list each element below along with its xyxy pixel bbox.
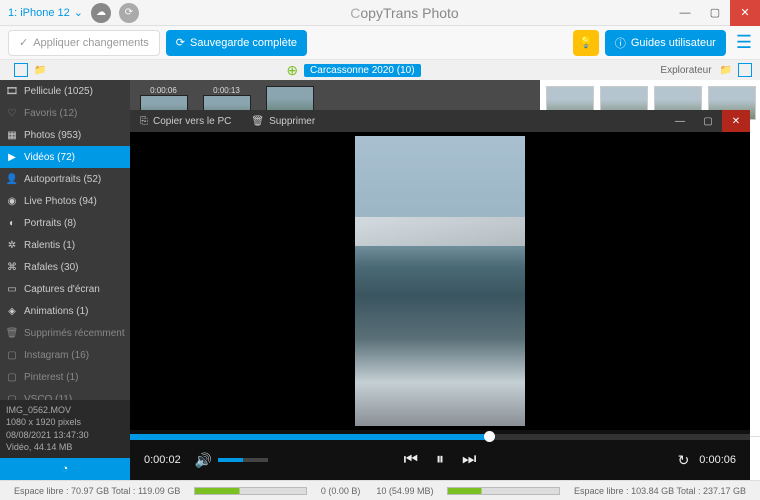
- refresh-icon[interactable]: ⟳: [119, 3, 139, 23]
- album-badge[interactable]: Carcassonne 2020 (10): [304, 64, 421, 77]
- tips-button[interactable]: 💡: [573, 30, 599, 56]
- minimize-button[interactable]: —: [670, 0, 700, 26]
- sidebar-item[interactable]: ▢ Pinterest (1): [0, 366, 130, 388]
- slowmo-icon: ✲: [6, 239, 18, 251]
- sidebar-item-label: Photos (953): [24, 130, 81, 141]
- sidebar-item[interactable]: 🎞 Pellicule (1025): [0, 80, 130, 102]
- refresh-icon: ⟳: [176, 36, 185, 49]
- current-time: 0:00:02: [144, 454, 181, 466]
- file-meta: IMG_0562.MOV 1080 x 1920 pixels 08/08/20…: [0, 400, 130, 458]
- sidebar-item[interactable]: ▦ Photos (953): [0, 124, 130, 146]
- sidebar-item-label: Autoportraits (52): [24, 174, 101, 185]
- app-icon: ▢: [6, 349, 18, 361]
- sidebar-item[interactable]: ◐ Portraits (8): [0, 212, 130, 234]
- storage-bar-right: [447, 487, 560, 495]
- screen-icon: ▭: [6, 283, 18, 295]
- video-icon: ▶: [6, 151, 18, 163]
- sidebar-item[interactable]: ▭ Captures d'écran: [0, 278, 130, 300]
- app-title: CopyTrans Photo: [139, 5, 670, 21]
- video-player: ⎘Copier vers le PC 🗑Supprimer — ▢ ✕ 0:00…: [130, 110, 750, 480]
- sidebar-item-label: Favoris (12): [24, 108, 77, 119]
- volume-icon[interactable]: 🔊: [195, 452, 212, 469]
- folder-icon[interactable]: 📁: [34, 65, 46, 76]
- sidebar-item-label: Ralentis (1): [24, 240, 75, 251]
- film-icon: 🎞: [6, 85, 18, 97]
- folder-icon[interactable]: 📁: [720, 65, 732, 76]
- player-maximize-button[interactable]: ▢: [694, 110, 722, 132]
- sidebar-item-label: Live Photos (94): [24, 196, 97, 207]
- sidebar-item[interactable]: 👤 Autoportraits (52): [0, 168, 130, 190]
- sidebar-item[interactable]: ◉ Live Photos (94): [0, 190, 130, 212]
- sidebar-item[interactable]: ▢ Instagram (16): [0, 344, 130, 366]
- player-close-button[interactable]: ✕: [722, 110, 750, 132]
- device-selector[interactable]: 1: iPhone 12: [8, 7, 70, 19]
- sidebar-item-label: Captures d'écran: [24, 284, 100, 295]
- app-icon: ▢: [6, 393, 18, 400]
- full-backup-button[interactable]: ⟳Sauvegarde complète: [166, 30, 307, 56]
- app-icon: ▢: [6, 371, 18, 383]
- volume-slider[interactable]: [218, 458, 268, 462]
- title-bar: 1: iPhone 12 ⌄ ☁ ⟳ CopyTrans Photo — ▢ ✕: [0, 0, 760, 26]
- video-viewport[interactable]: [130, 132, 750, 430]
- sidebar-item[interactable]: ▢VSCO (11): [0, 388, 130, 400]
- sidebar-item-label: Pellicule (1025): [24, 86, 93, 97]
- pause-button[interactable]: ⏸: [436, 451, 444, 469]
- sidebar-item[interactable]: ✲ Ralentis (1): [0, 234, 130, 256]
- player-minimize-button[interactable]: —: [666, 110, 694, 132]
- trash-icon: 🗑: [251, 116, 264, 127]
- user-icon: 👤: [6, 173, 18, 185]
- sidebar-action-button[interactable]: ◔: [0, 458, 130, 480]
- sidebar-item[interactable]: ♡ Favoris (12): [0, 102, 130, 124]
- sidebar-item[interactable]: ⌘ Rafales (30): [0, 256, 130, 278]
- apply-changes-button[interactable]: ✓Appliquer changements: [8, 30, 160, 56]
- cloud-icon[interactable]: ☁: [91, 3, 111, 23]
- storage-bar-left: [194, 487, 307, 495]
- portrait-icon: ◐: [6, 217, 18, 229]
- sidebar-item-label: Rafales (30): [24, 262, 78, 273]
- delete-button[interactable]: 🗑Supprimer: [241, 110, 325, 132]
- sidebar-item-label: Supprimés récemment: [24, 328, 125, 339]
- sidebar-item-label: Pinterest (1): [24, 372, 78, 383]
- anim-icon: ◈: [6, 305, 18, 317]
- trash-icon: 🗑: [6, 327, 18, 339]
- sidebar-item[interactable]: ◈ Animations (1): [0, 300, 130, 322]
- total-time: 0:00:06: [699, 454, 736, 466]
- live-icon: ◉: [6, 195, 18, 207]
- sidebar-item[interactable]: 🗑 Supprimés récemment: [0, 322, 130, 344]
- sidebar-item[interactable]: ▶ Vidéos (72): [0, 146, 130, 168]
- sidebar-item-label: Instagram (16): [24, 350, 89, 361]
- check-icon: ✓: [19, 36, 28, 49]
- collapse-left-icon[interactable]: [14, 63, 28, 77]
- sidebar: 🎞 Pellicule (1025) ♡ Favoris (12) ▦ Photos (9…: [0, 80, 130, 480]
- rewind-button[interactable]: ⏮: [404, 451, 418, 469]
- copy-icon: ⎘: [140, 116, 148, 127]
- add-icon[interactable]: ⊕: [286, 62, 298, 79]
- info-icon: ⓘ: [615, 35, 626, 51]
- explorer-label: Explorateur: [660, 65, 711, 76]
- player-toolbar: ⎘Copier vers le PC 🗑Supprimer — ▢ ✕: [130, 110, 750, 132]
- burst-icon: ⌘: [6, 261, 18, 273]
- forward-button[interactable]: ⏭: [462, 451, 476, 469]
- menu-icon[interactable]: ☰: [736, 32, 752, 53]
- close-button[interactable]: ✕: [730, 0, 760, 26]
- status-bar: Espace libre : 70.97 GB Total : 119.09 G…: [0, 480, 760, 500]
- collapse-right-icon[interactable]: [738, 63, 752, 77]
- sidebar-item-label: Animations (1): [24, 306, 88, 317]
- sub-toolbar: 📁 ⊕ Carcassonne 2020 (10) Explorateur 📁: [0, 60, 760, 80]
- copy-to-pc-button[interactable]: ⎘Copier vers le PC: [130, 110, 241, 132]
- chevron-down-icon[interactable]: ⌄: [74, 6, 83, 19]
- replay-button[interactable]: ↻: [678, 452, 690, 469]
- maximize-button[interactable]: ▢: [700, 0, 730, 26]
- sidebar-item-label: Portraits (8): [24, 218, 76, 229]
- photo-icon: ▦: [6, 129, 18, 141]
- toolbar: ✓Appliquer changements ⟳Sauvegarde compl…: [0, 26, 760, 60]
- heart-icon: ♡: [6, 107, 18, 119]
- user-guides-button[interactable]: ⓘGuides utilisateur: [605, 30, 726, 56]
- video-frame: [355, 136, 525, 426]
- sidebar-item-label: Vidéos (72): [24, 152, 75, 163]
